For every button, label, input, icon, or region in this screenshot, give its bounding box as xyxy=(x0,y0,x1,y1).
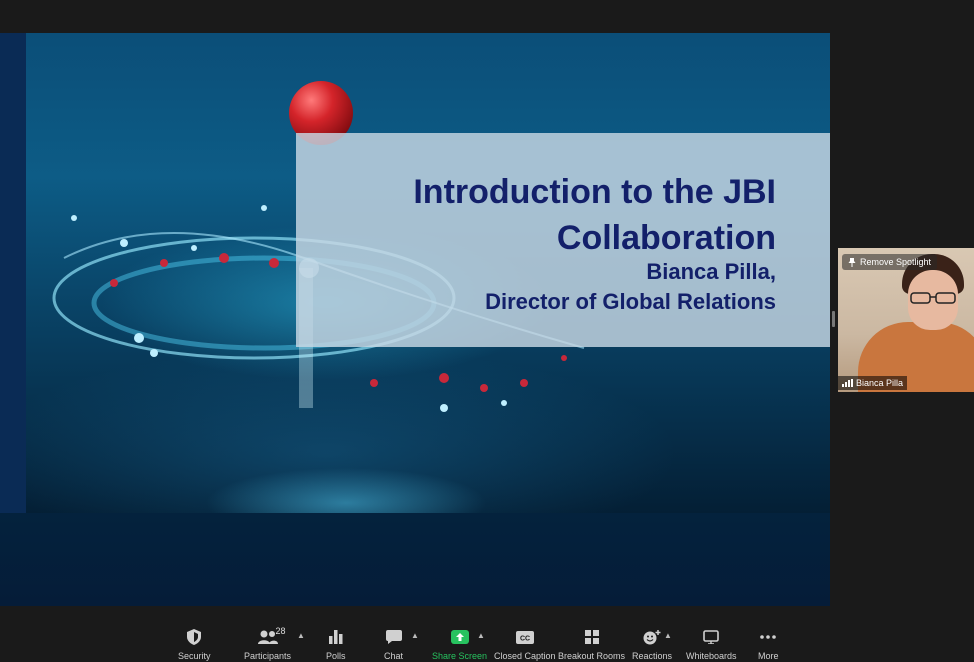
slide-bottom-band xyxy=(0,513,830,606)
participant-count: 28 xyxy=(275,626,286,636)
more-label: More xyxy=(758,651,779,661)
grid-icon xyxy=(584,628,599,646)
whiteboard-icon xyxy=(703,628,720,646)
closed-caption-label: Closed Caption xyxy=(494,651,556,661)
chat-button[interactable]: Chat xyxy=(384,628,403,661)
participant-video-tile[interactable]: Remove Spotlight Bianca Pilla xyxy=(838,248,974,392)
share-screen-options-caret[interactable]: ▲ xyxy=(477,631,485,640)
bar-chart-icon xyxy=(328,628,343,646)
signal-strength-icon xyxy=(842,379,853,387)
polls-button[interactable]: Polls xyxy=(326,628,346,661)
share-screen-icon xyxy=(450,628,469,646)
slide-subtitle: Bianca Pilla, Director of Global Relatio… xyxy=(316,257,776,317)
slide-title-box: Introduction to the JBI Collaboration Bi… xyxy=(296,133,830,347)
breakout-rooms-label: Breakout Rooms xyxy=(558,651,626,661)
participant-glasses xyxy=(910,292,956,304)
breakout-rooms-button[interactable]: Breakout Rooms xyxy=(558,628,625,661)
presenter-name: Bianca Pilla, xyxy=(646,259,776,284)
participant-name-tag: Bianca Pilla xyxy=(838,376,908,390)
participants-options-caret[interactable]: ▲ xyxy=(297,631,305,640)
shared-slide: Introduction to the JBI Collaboration Bi… xyxy=(0,33,830,606)
polls-label: Polls xyxy=(326,651,346,661)
share-screen-label: Share Screen xyxy=(432,651,488,661)
participants-label: Participants xyxy=(244,651,292,661)
chat-label: Chat xyxy=(384,651,404,661)
pin-icon xyxy=(848,257,856,267)
participants-button[interactable]: 28 Participants xyxy=(244,626,292,661)
remove-spotlight-label: Remove Spotlight xyxy=(860,257,932,267)
participant-name: Bianca Pilla xyxy=(856,378,904,388)
cc-icon: CC xyxy=(515,628,534,646)
reactions-label: Reactions xyxy=(632,651,673,661)
people-icon: 28 xyxy=(257,626,286,646)
ellipsis-icon xyxy=(760,628,777,646)
presenter-role: Director of Global Relations xyxy=(485,289,776,314)
security-label: Security xyxy=(178,651,211,661)
security-button[interactable]: Security xyxy=(178,628,211,661)
panel-resize-handle[interactable] xyxy=(832,311,835,327)
remove-spotlight-button[interactable]: Remove Spotlight xyxy=(842,254,938,270)
whiteboards-button[interactable]: Whiteboards xyxy=(686,628,737,661)
chat-bubble-icon xyxy=(385,628,402,646)
slide-title: Introduction to the JBI Collaboration xyxy=(413,173,776,257)
more-button[interactable]: More xyxy=(758,628,779,661)
closed-caption-button[interactable]: CC Closed Caption xyxy=(494,628,556,661)
chat-options-caret[interactable]: ▲ xyxy=(411,631,419,640)
reactions-options-caret[interactable]: ▲ xyxy=(664,631,672,640)
svg-text:CC: CC xyxy=(520,635,530,642)
shield-icon xyxy=(187,628,202,646)
meeting-toolbar: Security 28 Participants ▲ Polls Chat ▲ … xyxy=(0,620,974,662)
smiley-plus-icon xyxy=(643,628,661,646)
whiteboards-label: Whiteboards xyxy=(686,651,737,661)
